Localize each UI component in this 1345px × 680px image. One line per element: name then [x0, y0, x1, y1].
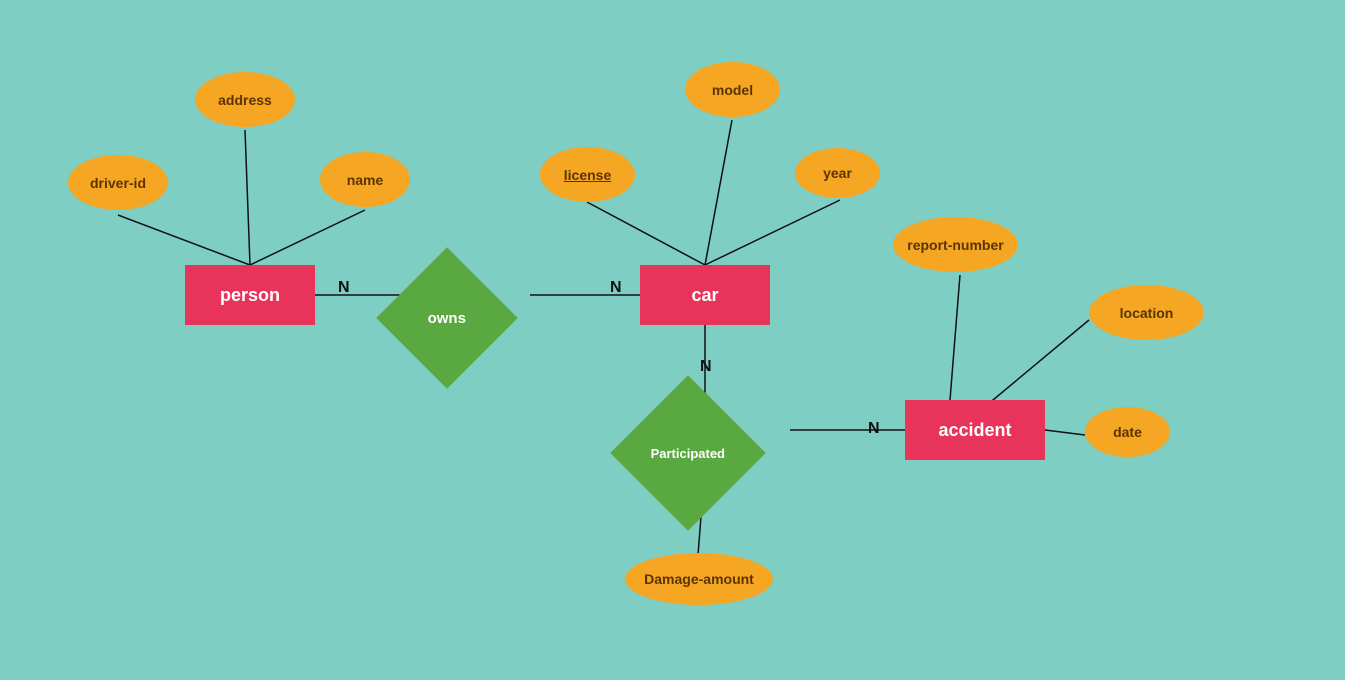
- er-diagram: person car accident driver-id address na…: [0, 0, 1345, 680]
- cardinality-car-participated: N: [700, 358, 712, 376]
- owns-label: owns: [428, 310, 466, 327]
- person-entity: person: [185, 265, 315, 325]
- driver-id-attribute: driver-id: [68, 155, 168, 210]
- license-attribute: license: [540, 147, 635, 202]
- owns-relationship-container: owns: [392, 263, 502, 373]
- car-entity: car: [640, 265, 770, 325]
- cardinality-person-owns: N: [338, 279, 350, 297]
- date-attribute: date: [1085, 407, 1170, 457]
- participated-label: Participated: [651, 445, 725, 460]
- address-attribute: address: [195, 72, 295, 127]
- location-attribute: location: [1089, 285, 1204, 340]
- cardinality-participated-accident: N: [868, 420, 880, 438]
- accident-entity: accident: [905, 400, 1045, 460]
- model-attribute: model: [685, 62, 780, 117]
- report-number-attribute: report-number: [893, 217, 1018, 272]
- cardinality-owns-car: N: [610, 279, 622, 297]
- name-attribute: name: [320, 152, 410, 207]
- year-attribute: year: [795, 148, 880, 198]
- damage-amount-attribute: Damage-amount: [625, 553, 773, 605]
- participated-relationship-container: Participated: [628, 393, 748, 513]
